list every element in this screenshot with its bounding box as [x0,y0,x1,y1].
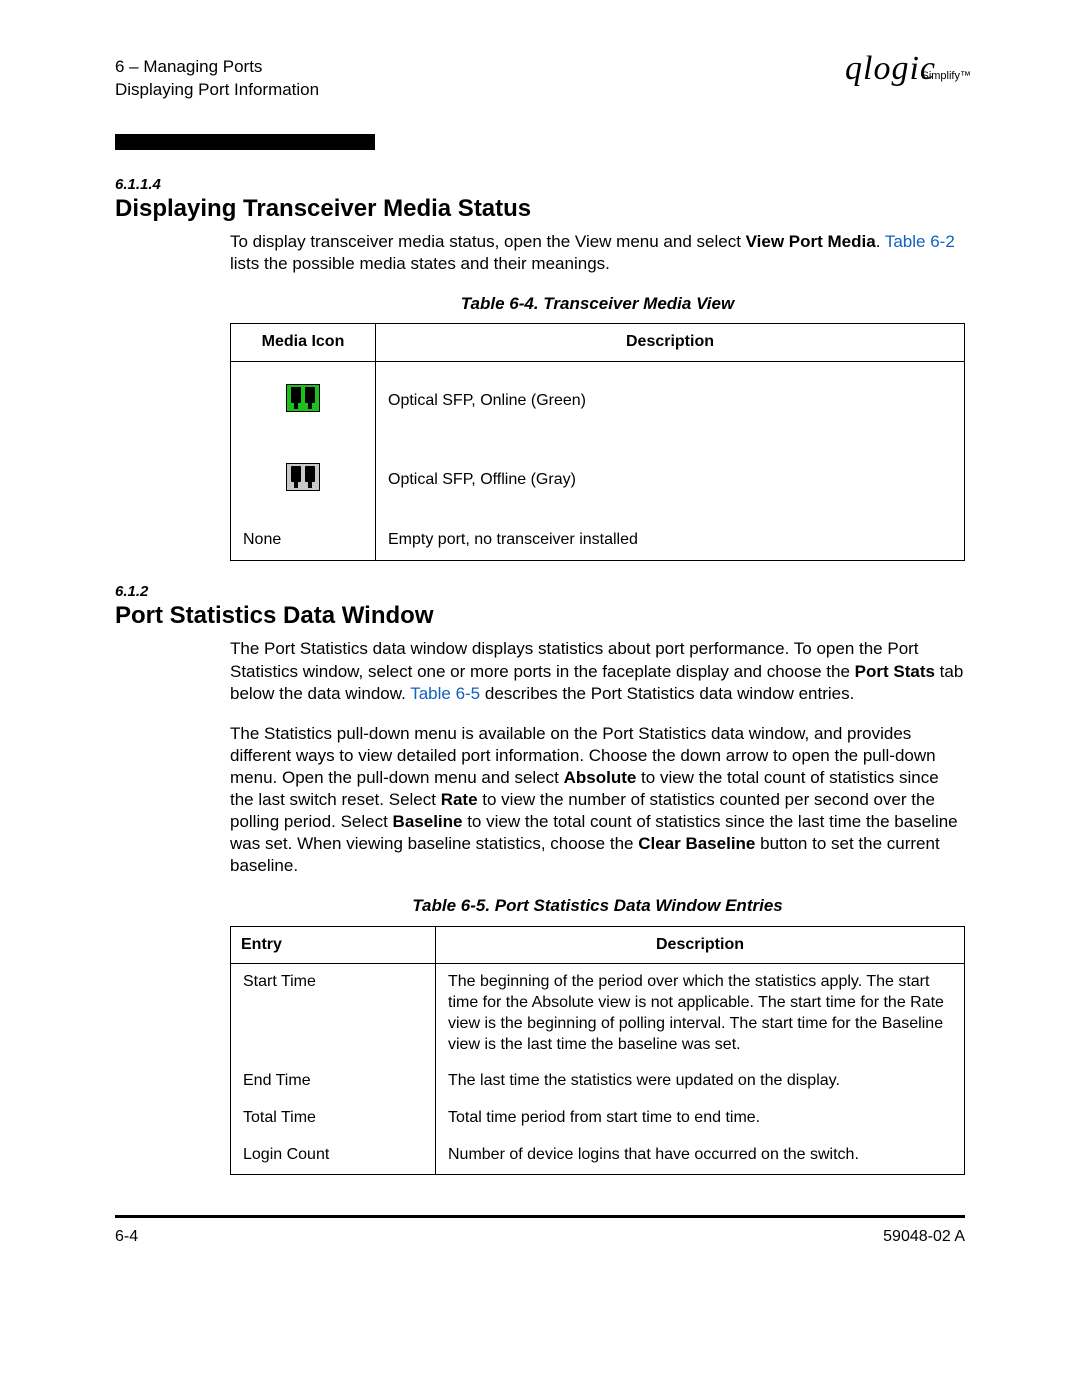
page-number: 6-4 [115,1228,138,1246]
sfp-offline-icon [286,463,320,491]
table-row: Optical SFP, Offline (Gray) [231,441,965,520]
th-media-icon: Media Icon [231,324,376,362]
xref-link[interactable]: Table 6-5 [410,684,480,703]
cell-media-icon: None [231,520,376,561]
header-left: 6 – Managing Ports Displaying Port Infor… [115,56,319,102]
th-entry: Entry [231,926,436,964]
table-row: Optical SFP, Online (Green) [231,362,965,441]
document-id: 59048-02 A [883,1228,965,1246]
cell-description: Optical SFP, Offline (Gray) [376,441,965,520]
section-number: 6.1.2 [115,583,965,600]
paragraph: The Statistics pull-down menu is availab… [230,723,965,878]
cell-entry: Total Time [231,1100,436,1137]
footer-rule [115,1215,965,1218]
header-sub-line: Displaying Port Information [115,79,319,102]
paragraph: To display transceiver media status, ope… [230,231,965,275]
cell-description: The last time the statistics were update… [436,1063,965,1100]
section-body: To display transceiver media status, ope… [230,231,965,561]
cell-entry: End Time [231,1063,436,1100]
section-title: Port Statistics Data Window [115,602,965,630]
cell-description: Optical SFP, Online (Green) [376,362,965,441]
section-title: Displaying Transceiver Media Status [115,195,965,223]
brand-logo: qlogic Simplify™ [845,50,965,88]
chapter-line: 6 – Managing Ports [115,56,319,79]
table-caption: Table 6-4. Transceiver Media View [230,293,965,315]
logo-tagline: Simplify™ [921,70,971,82]
page-header: 6 – Managing Ports Displaying Port Infor… [115,56,965,126]
cell-entry: Login Count [231,1137,436,1174]
table-row: Total Time Total time period from start … [231,1100,965,1137]
cell-description: Empty port, no transceiver installed [376,520,965,561]
section-number: 6.1.1.4 [115,176,965,193]
header-black-bar [115,134,375,150]
th-description: Description [436,926,965,964]
paragraph: The Port Statistics data window displays… [230,638,965,704]
transceiver-media-table: Media Icon Description Optical SFP, Onli… [230,323,965,561]
table-caption: Table 6-5. Port Statistics Data Window E… [230,895,965,917]
cell-description: Total time period from start time to end… [436,1100,965,1137]
cell-entry: Start Time [231,964,436,1064]
port-statistics-table: Entry Description Start Time The beginni… [230,926,965,1175]
page-footer: 6-4 59048-02 A [115,1228,965,1246]
th-description: Description [376,324,965,362]
xref-link[interactable]: Table 6-2 [885,232,955,251]
table-row: Login Count Number of device logins that… [231,1137,965,1174]
cell-description: Number of device logins that have occurr… [436,1137,965,1174]
section-body: The Port Statistics data window displays… [230,638,965,1174]
sfp-online-icon [286,384,320,412]
page: 6 – Managing Ports Displaying Port Infor… [0,0,1080,1286]
table-row: None Empty port, no transceiver installe… [231,520,965,561]
table-row: End Time The last time the statistics we… [231,1063,965,1100]
cell-description: The beginning of the period over which t… [436,964,965,1064]
table-row: Start Time The beginning of the period o… [231,964,965,1064]
